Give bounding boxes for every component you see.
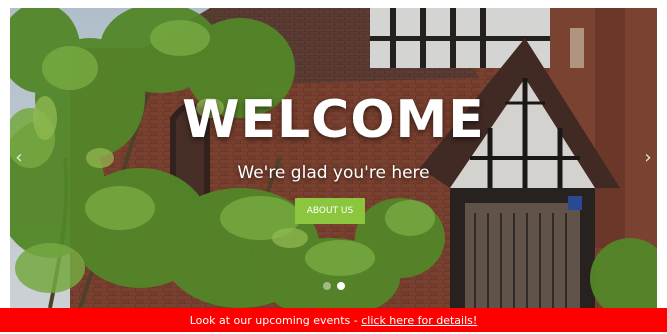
events-details-link[interactable]: click here for details! bbox=[361, 314, 477, 327]
events-banner-text: Look at our upcoming events - bbox=[189, 314, 362, 327]
slider-dot-1[interactable] bbox=[322, 282, 331, 290]
slider-dot-2[interactable] bbox=[336, 282, 345, 290]
hero-overlay bbox=[10, 8, 657, 308]
hero-title: WELCOME bbox=[182, 90, 485, 150]
events-banner: Look at our upcoming events - click here… bbox=[0, 308, 667, 332]
hero-subtitle: We're glad you're here bbox=[237, 163, 430, 183]
hero-slider: ‹ › WELCOME We're glad you're here ABOUT… bbox=[10, 8, 657, 308]
about-us-button[interactable]: ABOUT US bbox=[295, 198, 365, 224]
slider-dots bbox=[10, 282, 657, 290]
